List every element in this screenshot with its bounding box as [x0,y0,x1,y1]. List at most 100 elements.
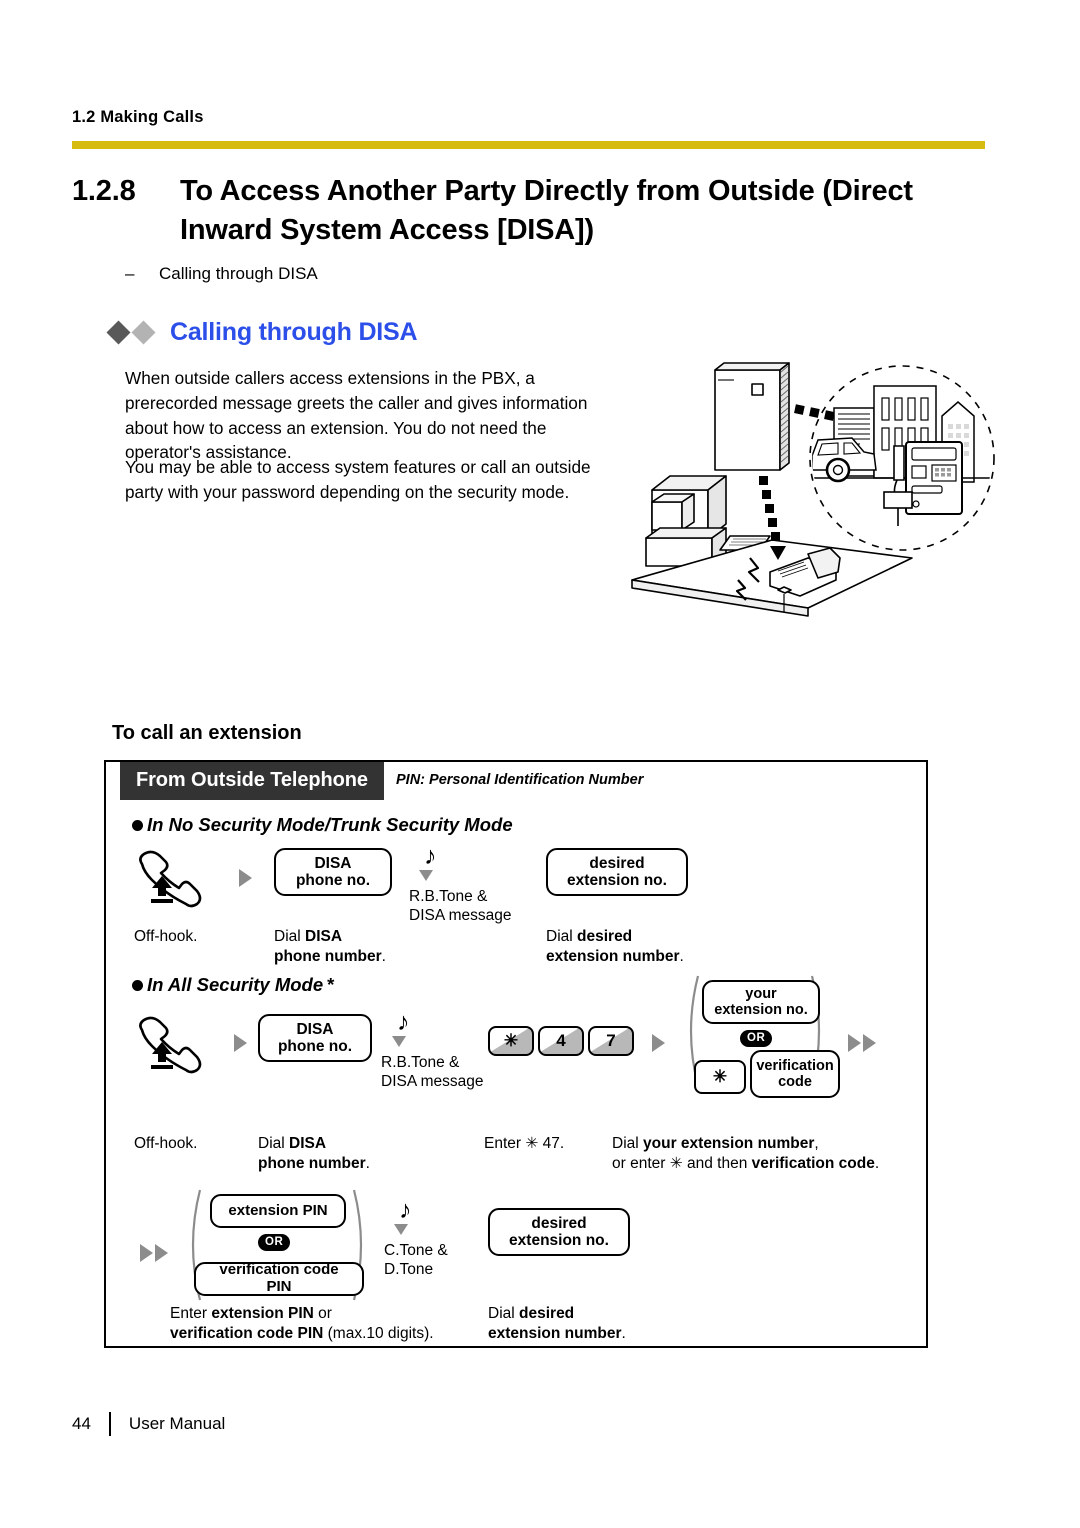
caption-dial-extension-2: Dial desired extension number. [488,1304,626,1344]
tone-label-3: C.Tone & D.Tone [384,1241,448,1280]
footer-divider [108,1412,111,1436]
cap6-plain: Dial [488,1305,520,1322]
page-footer: 44 User Manual [72,1412,225,1436]
caption-enter-47: Enter ✳ 47. [484,1135,565,1152]
topic-heading-label: Calling through DISA [170,318,418,346]
tone-label-2-line2: DISA message [381,1073,484,1091]
caption-dial-your-extension: Dial your extension number, or enter ✳ a… [612,1134,922,1174]
caption-dial-disa-2: Dial DISA phone number. [258,1134,370,1174]
caption-offhook-1: Off-hook. [134,928,198,945]
footer-doc-name: User Manual [128,1414,226,1433]
flow-arrow-icon-3 [652,1034,665,1052]
box-vcode-line1: verification [756,1057,834,1074]
mode-heading-label-2: In All Security Mode [147,974,324,995]
call-flow-diagram: From Outside Telephone PIN: Personal Ide… [104,760,928,1348]
caption-offhook-2: Off-hook. [134,1135,198,1152]
pin-legend: PIN: Personal Identification Number [396,772,644,788]
box-vcode-line2: code [778,1074,812,1090]
section-title-line2: Inward System Access [DISA]) [180,214,594,247]
box-your-extension-no: your extension no. [702,980,820,1024]
toc-dash-item: – Calling through DISA [125,264,318,284]
cap3-tail: . [365,1155,370,1173]
cap2-plain: Dial [546,928,578,945]
disa-system-illustration [612,358,1012,653]
tone-arrow-icon-2 [392,1036,406,1047]
mode-heading-label: In No Security Mode/Trunk Security Mode [147,814,513,835]
cap5-tail1: or [313,1305,332,1322]
box-verification-code: verification code [750,1050,840,1098]
document-page: 1.2 Making Calls 1.2.8 To Access Another … [0,0,1080,1528]
box-ext-line2: extension no. [567,872,667,889]
cap3-bold2: phone number [258,1155,366,1173]
cap6-bold2: extension number [488,1325,622,1343]
running-header: 1.2 Making Calls [72,108,204,126]
flow-arrow-icon-4b [863,1034,876,1052]
tone-arrow-icon-1 [419,870,433,881]
section-number: 1.2.8 [72,175,136,207]
diamond-light-icon [131,320,156,345]
box-disa2-line2: phone no. [277,1038,353,1055]
caption-enter-pin: Enter extension PIN or verification code… [170,1304,490,1344]
tone-note-icon-2: ♪ [397,1008,410,1036]
tone-label-3-line2: D.Tone [384,1261,434,1279]
key-4[interactable]: 4 [538,1026,584,1056]
cap4-bold: your extension number [643,1135,815,1152]
flow-arrow-icon-2 [234,1034,247,1052]
topic-paragraph-1: When outside callers access extensions i… [125,368,588,463]
flow-arrow-icon-5b [155,1244,168,1262]
flow-arrow-icon-4a [848,1034,861,1052]
tone-label-1-line2: DISA message [409,907,512,925]
caption-dial-disa-1: Dial DISA phone number. [274,927,386,967]
box-ext2-line2: extension no. [509,1232,609,1249]
diamond-dark-icon [106,320,131,345]
cap5-bold: extension PIN [211,1305,314,1322]
bullet-icon-2 [132,979,143,991]
cap4-tail1: , [814,1135,819,1152]
cap5-plain: Enter [170,1305,212,1322]
box-ext-line1: desired [589,854,645,872]
cap1-bold2: phone number [274,948,382,966]
flow-arrow-icon-5a [140,1244,153,1262]
cap6-tail: . [621,1325,626,1343]
box-desired-extension-2: desired extension no. [488,1208,630,1256]
cap5-bold2: verification code PIN [170,1325,324,1343]
section-title-line1: To Access Another Party Directly from Ou… [180,175,913,207]
page-title: 1.2.8 To Access Another Party Directly fr… [72,172,972,250]
box-your-ext-line1: your [745,985,777,1002]
cap1-bold: DISA [305,928,343,945]
box-your-ext-line2: extension no. [714,1002,808,1018]
toc-dash-item-label: Calling through DISA [159,264,318,283]
cap2-bold2: extension number [546,948,680,966]
box-disa-phone-no-1: DISA phone no. [274,848,392,896]
tone-label-2: R.B.Tone & DISA message [381,1053,484,1092]
cap4-plain: Dial [612,1135,644,1152]
tone-note-icon-1: ♪ [424,842,437,870]
key-asterisk-2[interactable]: ✳ [694,1060,746,1094]
cap2-tail: . [679,948,684,966]
box-disa-line2: phone no. [295,872,371,889]
caption-dial-extension-1: Dial desired extension number. [546,927,684,967]
flow-band-label: From Outside Telephone [120,762,384,800]
off-hook-handset-icon [136,846,214,913]
off-hook-handset-icon-2 [136,1012,214,1079]
cap3-plain: Dial [258,1135,290,1152]
tone-arrow-icon-3 [394,1224,408,1235]
mode-heading-asterisk: * [327,974,335,995]
cap6-bold: desired [519,1305,575,1322]
box-disa-line1: DISA [314,854,352,872]
page-number: 44 [72,1414,91,1433]
key-asterisk[interactable]: ✳ [488,1026,534,1056]
box-ext2-line1: desired [531,1214,587,1232]
tone-label-3-line1: C.Tone & [384,1242,448,1259]
bullet-icon [132,819,143,831]
cap3-bold: DISA [289,1135,327,1152]
or-badge-2: OR [258,1234,291,1251]
cap1-plain: Dial [274,928,306,945]
box-extension-pin: extension PIN [210,1194,346,1228]
gold-rule-divider [72,141,985,149]
key-7[interactable]: 7 [588,1026,634,1056]
cap2-bold: desired [577,928,633,945]
mode-heading-no-security: In No Security Mode/Trunk Security Mode [132,814,513,836]
box-verification-code-pin: verification code PIN [194,1261,364,1296]
tone-note-icon-3: ♪ [399,1196,412,1224]
